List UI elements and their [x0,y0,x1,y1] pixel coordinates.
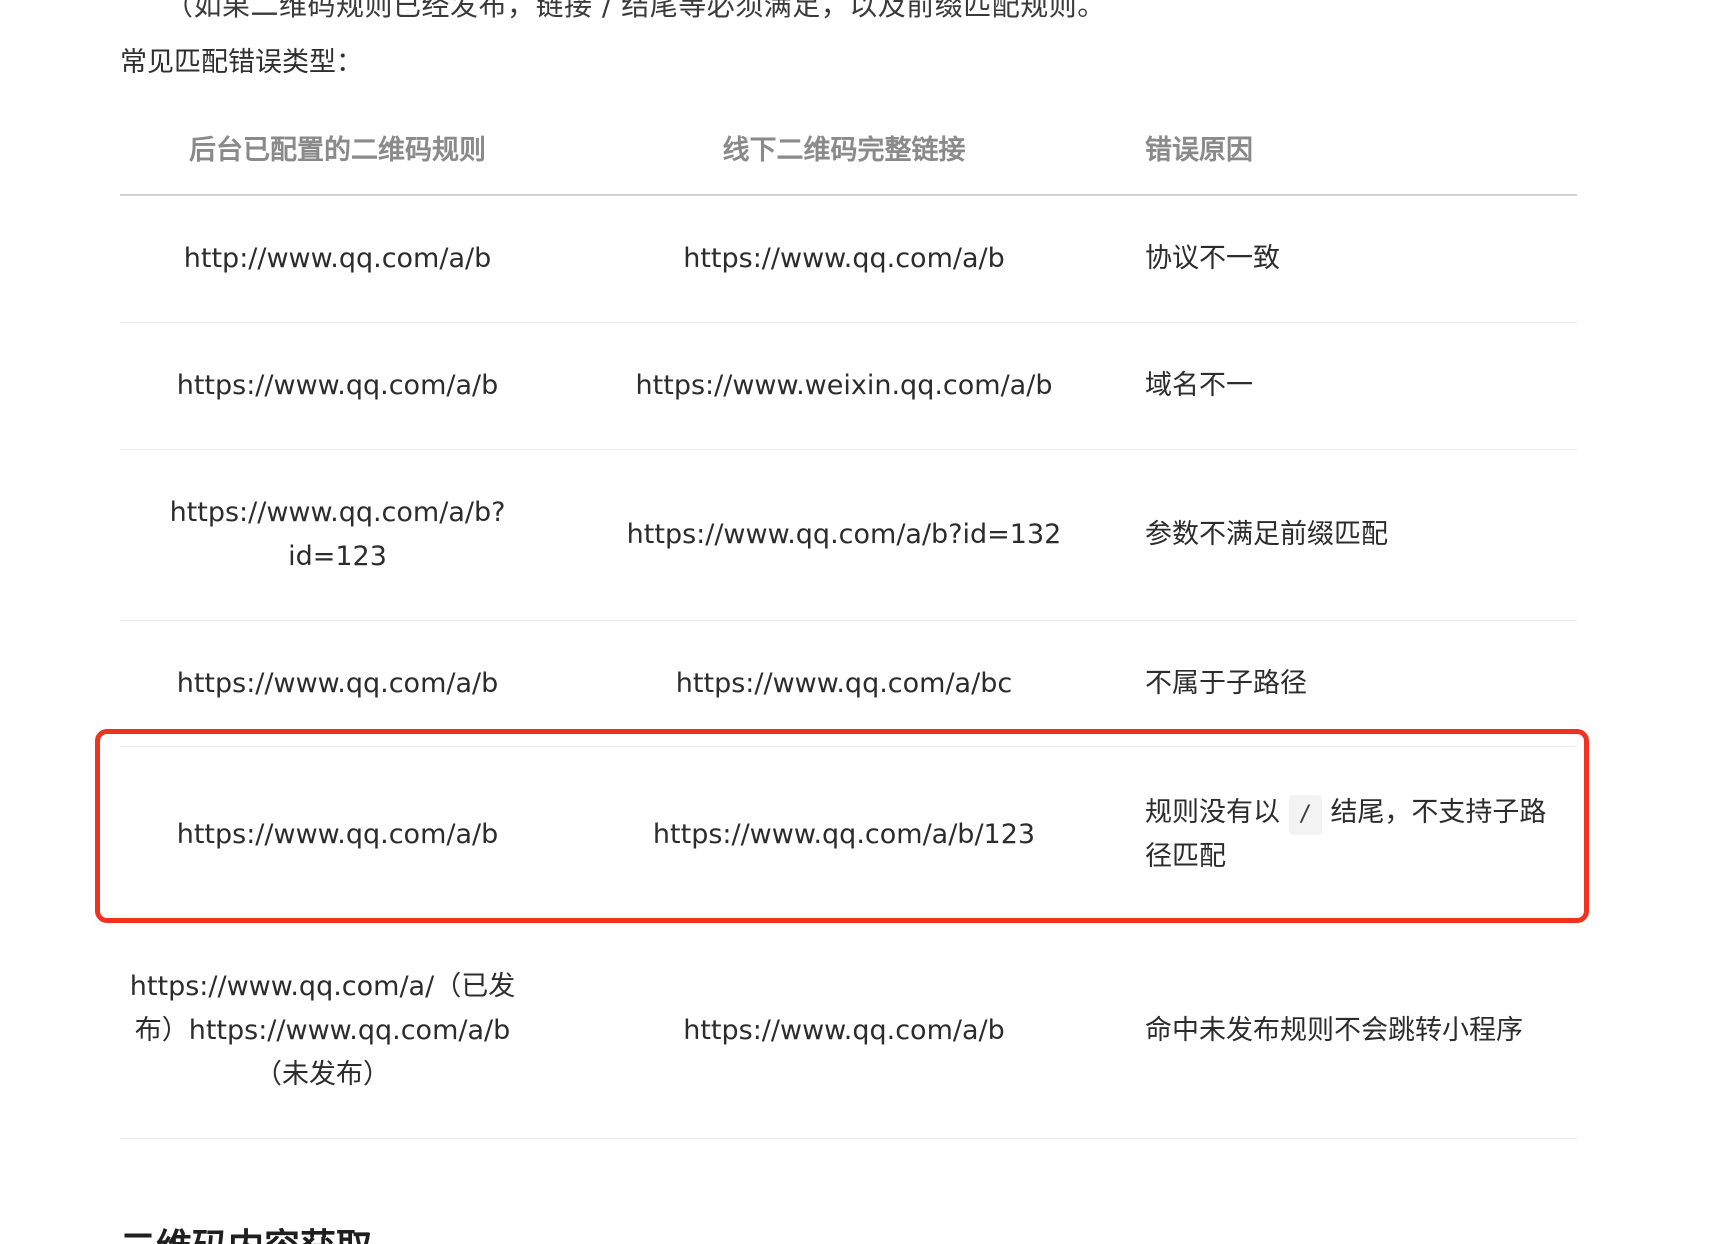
header-configured-rule: 后台已配置的二维码规则 [120,100,555,196]
cell-reason: 命中未发布规则不会跳转小程序 [1133,922,1577,1139]
table-row-highlighted: https://www.qq.com/a/b https://www.qq.co… [120,746,1577,923]
cell-rule: https://www.qq.com/a/（已发布）https://www.qq… [120,922,555,1139]
cell-link: https://www.qq.com/a/b [555,195,1133,323]
cell-rule: https://www.qq.com/a/b [120,746,555,923]
cell-reason: 协议不一致 [1133,195,1577,323]
inline-code-slash: / [1288,794,1322,835]
cell-link: https://www.qq.com/a/b/123 [555,746,1133,923]
table-row: http://www.qq.com/a/b https://www.qq.com… [120,195,1577,323]
reason-prefix: 规则没有以 [1145,796,1280,828]
table-row: https://www.qq.com/a/（已发布）https://www.qq… [120,922,1577,1139]
table-row: https://www.qq.com/a/b?id=123 https://ww… [120,449,1577,621]
cut-off-paragraph: （如果二维码规则已经发布，链接 / 结尾等必须满足，以及前缀匹配规则。 [165,0,1106,22]
cell-link: https://www.qq.com/a/bc [555,620,1133,747]
header-full-link: 线下二维码完整链接 [555,100,1133,196]
table-row: https://www.qq.com/a/b https://www.qq.co… [120,620,1577,747]
cell-link: https://www.qq.com/a/b [555,922,1133,1139]
cell-reason: 域名不一 [1133,322,1577,450]
error-types-table: 后台已配置的二维码规则 线下二维码完整链接 错误原因 http://www.qq… [120,100,1577,1139]
cell-reason: 规则没有以 / 结尾，不支持子路径匹配 [1133,746,1577,923]
cell-link: https://www.qq.com/a/b?id=132 [555,449,1133,621]
cell-reason: 不属于子路径 [1133,620,1577,747]
table-header-row: 后台已配置的二维码规则 线下二维码完整链接 错误原因 [120,100,1577,196]
header-error-reason: 错误原因 [1133,100,1577,196]
cell-reason: 参数不满足前缀匹配 [1133,449,1577,621]
cell-rule: http://www.qq.com/a/b [120,195,555,323]
table-row: https://www.qq.com/a/b https://www.weixi… [120,322,1577,450]
document-page: （如果二维码规则已经发布，链接 / 结尾等必须满足，以及前缀匹配规则。 常见匹配… [0,0,1720,1244]
section-heading: 二维码内容获取 [120,1218,372,1244]
cell-rule: https://www.qq.com/a/b?id=123 [120,449,555,621]
cell-link: https://www.weixin.qq.com/a/b [555,322,1133,450]
cell-rule: https://www.qq.com/a/b [120,620,555,747]
cell-rule: https://www.qq.com/a/b [120,322,555,450]
section-intro: 常见匹配错误类型： [120,47,363,78]
